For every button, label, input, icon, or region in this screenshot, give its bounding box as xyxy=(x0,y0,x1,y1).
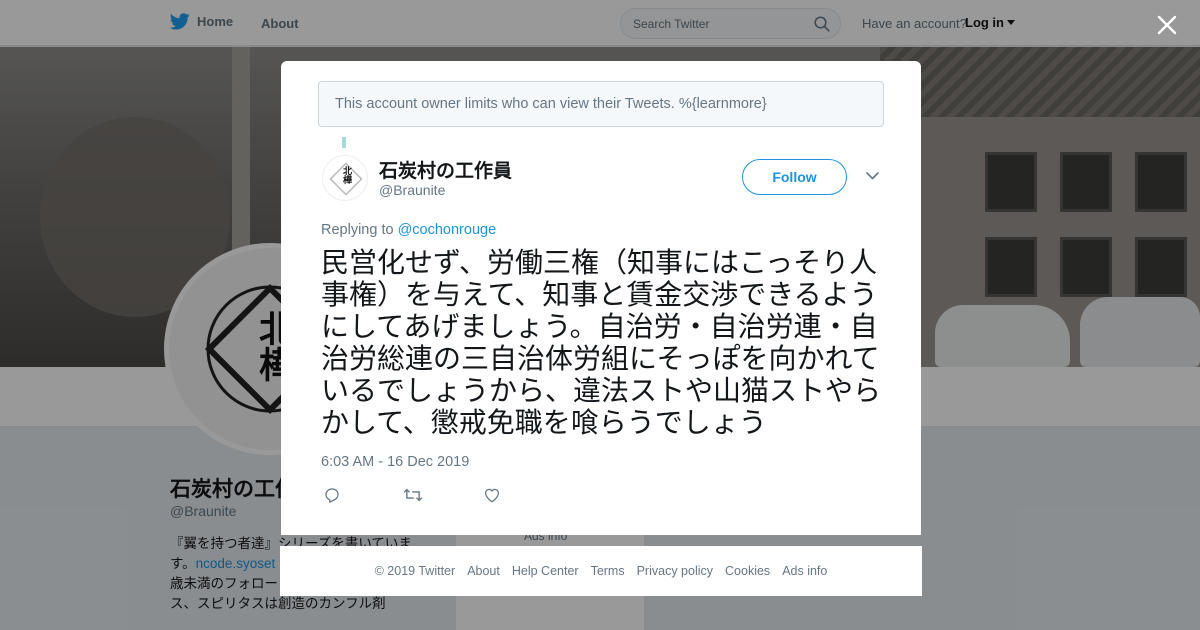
like-icon xyxy=(484,488,500,503)
follow-button[interactable]: Follow xyxy=(742,159,847,195)
protected-account-notice: This account owner limits who can view t… xyxy=(318,81,884,127)
footer-terms-link[interactable]: Terms xyxy=(591,564,625,578)
footer-ads-info-link[interactable]: Ads info xyxy=(782,564,827,578)
retweet-button[interactable] xyxy=(403,486,483,508)
modal-footer: © 2019 Twitter About Help Center Terms P… xyxy=(280,546,922,596)
footer-copyright: © 2019 Twitter xyxy=(374,564,456,578)
reply-icon xyxy=(325,488,339,503)
tweet-actions xyxy=(323,486,563,508)
retweet-icon xyxy=(403,488,423,502)
chevron-down-icon[interactable] xyxy=(866,172,879,180)
tweet-author-name[interactable]: 石炭村の工作員 xyxy=(379,156,512,183)
tweet-author-avatar[interactable]: 北樺 xyxy=(322,155,368,201)
replying-handle-link[interactable]: @cochonrouge xyxy=(398,222,497,238)
avatar-text: 北樺 xyxy=(341,166,351,184)
tweet-timestamp[interactable]: 6:03 AM - 16 Dec 2019 xyxy=(321,454,469,470)
tweet-author-handle[interactable]: @Braunite xyxy=(379,182,445,198)
footer-cookies-link[interactable]: Cookies xyxy=(725,564,770,578)
like-button[interactable] xyxy=(483,486,563,508)
thread-connector-line xyxy=(342,137,346,148)
replying-prefix: Replying to xyxy=(321,222,394,238)
footer-about-link[interactable]: About xyxy=(467,564,500,578)
replying-to: Replying to @cochonrouge xyxy=(321,222,496,238)
reply-button[interactable] xyxy=(323,486,403,508)
tweet-modal: This account owner limits who can view t… xyxy=(281,61,921,535)
footer-privacy-link[interactable]: Privacy policy xyxy=(637,564,713,578)
close-icon[interactable] xyxy=(1155,13,1179,37)
tweet-text: 民営化せず、労働三権（知事にはこっそり人事権）を与えて、知事と賃金交渉できるよう… xyxy=(321,246,882,439)
footer-help-center-link[interactable]: Help Center xyxy=(512,564,579,578)
